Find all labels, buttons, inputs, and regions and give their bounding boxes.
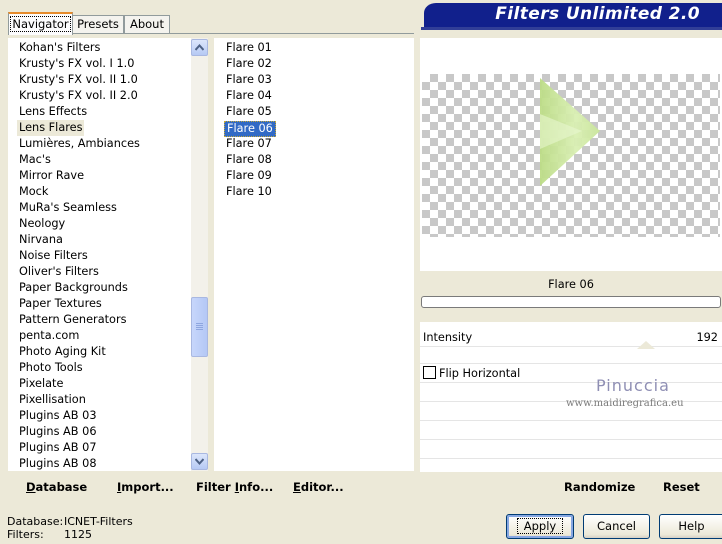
category-scrollbar[interactable] xyxy=(191,38,208,471)
left-toolbar: Database Import... Filter Info... Editor… xyxy=(8,474,415,500)
category-list-item[interactable]: Mirror Rave xyxy=(19,168,84,184)
category-list-item[interactable]: Krusty's FX vol. II 1.0 xyxy=(19,72,138,88)
category-list-item[interactable]: Mac's xyxy=(19,152,51,168)
category-list-item[interactable]: Oliver's Filters xyxy=(19,264,99,280)
intensity-row[interactable]: Intensity 192 xyxy=(420,328,722,349)
effect-list-item[interactable]: Flare 08 xyxy=(226,152,272,168)
status-database-value: ICNET-Filters xyxy=(64,515,133,528)
app-title: Filters Unlimited 2.0 xyxy=(495,4,700,24)
tab-presets[interactable]: Presets xyxy=(72,15,124,33)
effect-list-item[interactable]: Flare 10 xyxy=(226,184,272,200)
watermark-url: www.maidiregrafica.eu xyxy=(566,398,684,409)
reset-button[interactable]: Reset xyxy=(663,480,700,494)
chevron-up-icon xyxy=(195,44,204,51)
effect-list-item[interactable]: Flare 01 xyxy=(226,40,272,56)
category-list-item[interactable]: penta.com xyxy=(19,328,79,344)
category-list-item[interactable]: Lens Effects xyxy=(19,104,87,120)
category-list-item[interactable]: Lumières, Ambiances xyxy=(19,136,140,152)
flare-preview-image xyxy=(540,78,600,186)
effect-list-item[interactable]: Flare 03 xyxy=(226,72,272,88)
editor-button[interactable]: Editor... xyxy=(293,480,344,494)
category-list-item[interactable]: Pixelate xyxy=(19,376,63,392)
param-row-empty xyxy=(420,421,722,440)
flip-row[interactable]: Flip Horizontal xyxy=(420,364,722,383)
category-list-item[interactable]: Plugins AB 08 xyxy=(19,456,97,472)
category-list-item[interactable]: Photo Tools xyxy=(19,360,83,376)
database-button[interactable]: Database xyxy=(26,480,87,494)
tab-navigator[interactable]: Navigator xyxy=(8,12,73,35)
category-list-item[interactable]: Krusty's FX vol. II 2.0 xyxy=(19,88,138,104)
help-button[interactable]: Help xyxy=(659,514,722,539)
effect-list-item[interactable]: Flare 09 xyxy=(226,168,272,184)
param-row-empty xyxy=(420,440,722,459)
flip-label: Flip Horizontal xyxy=(439,367,521,380)
category-list-item[interactable]: Kohan's Filters xyxy=(19,40,100,56)
effect-list-item[interactable]: Flare 04 xyxy=(226,88,272,104)
category-list-item[interactable]: Mock xyxy=(19,184,48,200)
status-filters-value: 1125 xyxy=(64,528,92,541)
scroll-down-button[interactable] xyxy=(191,453,208,470)
preview-canvas xyxy=(422,74,720,237)
category-list-item[interactable]: Plugins AB 06 xyxy=(19,424,97,440)
category-list-item[interactable]: Neology xyxy=(19,216,65,232)
category-list-item[interactable]: Krusty's FX vol. I 1.0 xyxy=(19,56,134,72)
effect-list[interactable]: Flare 01 Flare 02 Flare 03 Flare 04 Flare 05… xyxy=(214,38,414,471)
intensity-value: 192 xyxy=(696,331,718,344)
category-list[interactable]: Kohan's Filters Krusty's FX vol. I 1.0 Kru… xyxy=(8,38,191,471)
import-button[interactable]: Import... xyxy=(117,480,174,494)
category-list-item[interactable]: Paper Textures xyxy=(19,296,102,312)
category-list-item[interactable]: Photo Aging Kit xyxy=(19,344,106,360)
category-list-item[interactable]: MuRa's Seamless xyxy=(19,200,117,216)
app-banner: Filters Unlimited 2.0 xyxy=(421,3,722,30)
category-list-item[interactable]: Plugins AB 03 xyxy=(19,408,97,424)
category-list-item[interactable]: Paper Backgrounds xyxy=(19,280,128,296)
status-filters-label: Filters: xyxy=(7,528,44,541)
watermark-name: Pinuccia xyxy=(596,376,670,395)
category-list-item[interactable]: Pattern Generators xyxy=(19,312,127,328)
filter-info-button[interactable]: Filter Info... xyxy=(196,480,273,494)
right-toolbar: Randomize Reset xyxy=(420,474,722,500)
parameter-panel: Intensity 192 Flip Horizontal xyxy=(420,322,722,472)
preview-filter-name: Flare 06 xyxy=(420,275,722,295)
param-row-empty xyxy=(420,347,722,364)
tab-about[interactable]: About xyxy=(124,15,170,33)
preview-progress-bar xyxy=(421,296,721,308)
chevron-down-icon xyxy=(195,458,204,465)
cancel-button[interactable]: Cancel xyxy=(583,514,650,539)
randomize-button[interactable]: Randomize xyxy=(564,480,635,494)
effect-list-item[interactable]: Flare 05 xyxy=(226,104,272,120)
flip-horizontal-checkbox[interactable] xyxy=(423,366,436,379)
scroll-thumb[interactable] xyxy=(191,297,208,357)
intensity-label: Intensity xyxy=(423,331,473,344)
effect-list-item[interactable]: Flare 06 xyxy=(224,121,276,137)
effect-list-item[interactable]: Flare 02 xyxy=(226,56,272,72)
category-list-item[interactable]: Nirvana xyxy=(19,232,63,248)
apply-button[interactable]: Apply xyxy=(506,514,574,539)
category-list-item[interactable]: Plugins AB 07 xyxy=(19,440,97,456)
category-list-item[interactable]: Noise Filters xyxy=(19,248,88,264)
category-list-item[interactable]: Pixellisation xyxy=(19,392,86,408)
preview-panel xyxy=(420,38,722,271)
effect-list-item[interactable]: Flare 07 xyxy=(226,136,272,152)
status-database-label: Database: xyxy=(7,515,64,528)
category-list-item[interactable]: Lens Flares xyxy=(17,120,85,136)
scroll-up-button[interactable] xyxy=(191,39,208,56)
